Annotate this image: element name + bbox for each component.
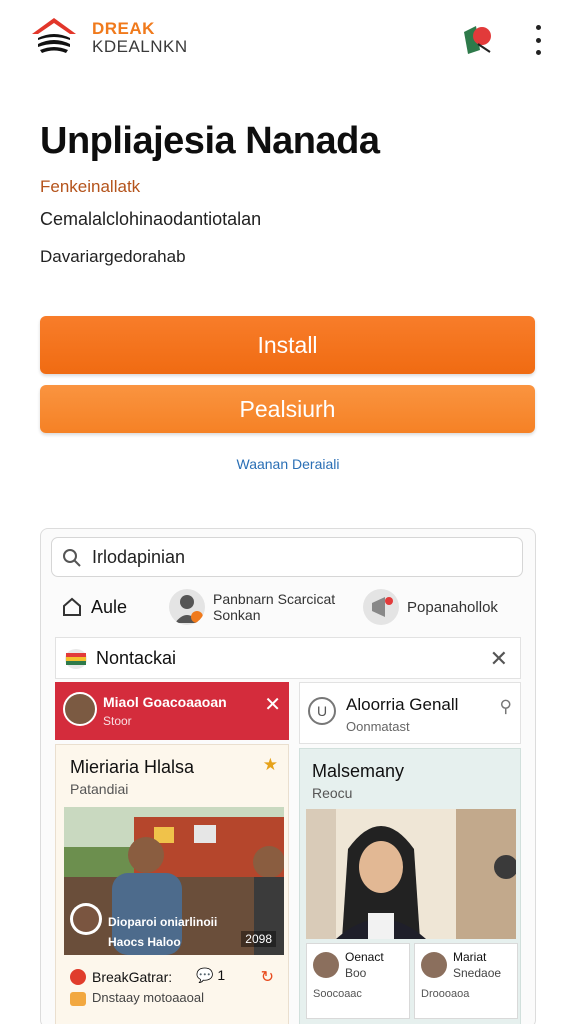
alert-subtitle: Stoor <box>103 714 132 728</box>
post-meta: Dnstaay motoaaoal <box>92 990 205 1005</box>
app-preview: Irlodapinian Aule Panbnarn Scarcicat Son… <box>40 528 536 1024</box>
alert-bar[interactable]: Miaol Goacoaaoan Stoor ✕ <box>55 682 289 740</box>
mini-card-meta: Soocoaac <box>313 988 362 1000</box>
close-icon[interactable]: ✕ <box>264 692 281 717</box>
folder-icon <box>70 992 86 1006</box>
feature-photo <box>306 809 516 939</box>
mini-cards: Oenact Boo Soocoaac Mariat Snedaoe Drooo… <box>300 939 522 1024</box>
details-link[interactable]: Waanan Deraiali <box>0 456 576 472</box>
app-category-line: Davariargedorahab <box>40 247 186 266</box>
tab-home-label: Aule <box>91 596 128 617</box>
comment-count[interactable]: 💬 1 <box>196 967 225 984</box>
search-input[interactable]: Irlodapinian <box>92 547 185 568</box>
avatar <box>169 589 205 625</box>
mini-card-subtitle: Snedaoe <box>453 966 502 980</box>
home-icon <box>63 597 81 616</box>
feature-card[interactable]: Malsemany Reocu Oenact Boo Soocoaac Mari… <box>299 748 521 1024</box>
channel-icon: U <box>308 697 336 725</box>
avatar <box>313 952 339 978</box>
preview-tabs: Aule Panbnarn Scarcicat Sonkan Popanahol… <box>41 581 535 633</box>
channel-title: Aloorria Genall <box>346 695 459 714</box>
mini-card-title: Mariat <box>453 950 487 964</box>
brand-logo-icon <box>32 18 76 53</box>
refresh-icon[interactable]: ↻ <box>261 967 274 987</box>
search-icon <box>63 549 81 567</box>
mini-card-title: Oenact <box>345 950 384 964</box>
tab-home[interactable]: Aule <box>61 581 127 633</box>
close-icon[interactable]: ✕ <box>490 646 508 672</box>
mini-card-meta: Droooaoa <box>421 988 470 1000</box>
alert-title: Miaol Goacoaaoan <box>103 694 227 710</box>
megaphone-icon <box>363 589 399 625</box>
star-icon[interactable]: ★ <box>263 755 278 775</box>
app-title: Unpliajesia Nanada <box>40 120 380 162</box>
notice-banner: Nontackai ✕ <box>55 637 521 679</box>
tab-profile-label: Panbnarn Scarcicat Sonkan <box>213 591 335 623</box>
post-photo: Dioparoi oniarlinoii Haocs Haloo 2098 <box>64 807 284 955</box>
pin-icon[interactable]: ⚲ <box>500 697 512 717</box>
comment-count-value: 1 <box>217 967 226 983</box>
photo-caption: Dioparoi oniarlinoii <box>108 915 218 929</box>
tab-profile-line2: Sonkan <box>213 607 261 623</box>
install-button[interactable]: Install <box>40 316 535 374</box>
mini-card[interactable]: Mariat Snedaoe Droooaoa <box>414 943 518 1019</box>
post-subtitle: Patandiai <box>70 781 129 797</box>
mini-card[interactable]: Oenact Boo Soocoaac <box>306 943 410 1019</box>
secondary-button[interactable]: Pealsiurh <box>40 385 535 433</box>
tab-profile[interactable]: Panbnarn Scarcicat Sonkan <box>169 581 335 633</box>
developer-name[interactable]: Fenkeinallatk <box>40 177 140 197</box>
avatar <box>63 692 97 726</box>
feature-subtitle: Reocu <box>312 785 353 801</box>
avatar <box>421 952 447 978</box>
brand-name: DREAK KDEALNKN <box>92 20 188 56</box>
photo-badge: 2098 <box>241 931 276 947</box>
notice-text: Nontackai <box>96 648 177 668</box>
more-options-icon[interactable] <box>528 22 548 58</box>
feature-title: Malsemany <box>312 761 405 781</box>
top-bar: DREAK KDEALNKN <box>0 0 576 80</box>
tab-profile-line1: Panbnarn Scarcicat <box>213 591 336 607</box>
channel-subtitle: Oonmatast <box>346 719 410 734</box>
search-bar[interactable]: Irlodapinian <box>51 537 523 577</box>
channel-card[interactable]: U Aloorria Genall Oonmatast ⚲ <box>299 682 521 744</box>
brand-line2: KDEALNKN <box>92 37 188 56</box>
post-card[interactable]: Mieriaria Hlalsa ★ Patandiai Dioparoi on… <box>55 744 289 1024</box>
flag-badge-icon <box>65 649 87 669</box>
mini-card-subtitle: Boo <box>345 966 367 980</box>
tab-popular[interactable]: Popanahollok <box>363 581 498 633</box>
tab-popular-label: Popanahollok <box>407 598 498 616</box>
photo-caption-secondary: Haocs Haloo <box>108 935 181 949</box>
record-icon <box>70 969 86 985</box>
brand-line1: DREAK <box>92 19 155 38</box>
post-title: Mieriaria Hlalsa <box>70 757 195 777</box>
flag-icon[interactable] <box>460 22 496 56</box>
app-meta-line: Cemalalclohinaodantiotalan <box>40 209 262 229</box>
post-author: BreakGatrar: <box>92 969 173 985</box>
